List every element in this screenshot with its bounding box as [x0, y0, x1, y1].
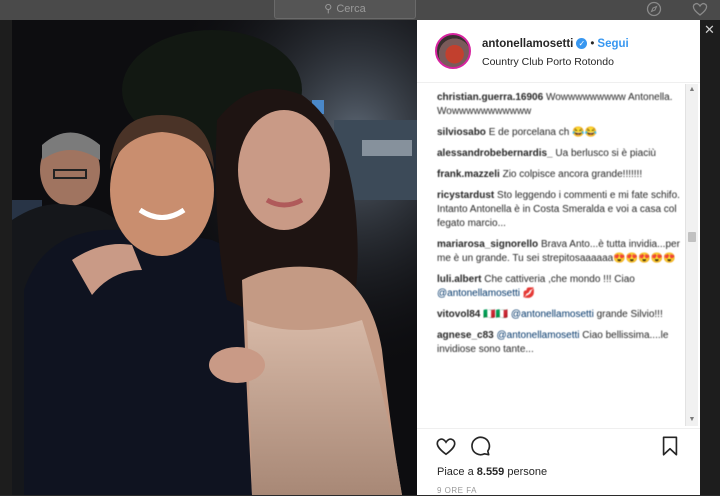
comment-item: frank.mazzeli Zio colpisce ancora grande…	[417, 168, 700, 182]
background-right	[700, 20, 720, 495]
comments-list[interactable]: christian.guerra.16906 Wowwwwwwwww Anton…	[417, 83, 700, 428]
comment-item: vitovol84 🇮🇹🇮🇹 @antonellamosetti grande …	[417, 308, 700, 322]
username-link[interactable]: antonellamosetti	[482, 38, 573, 50]
heart-outline-icon[interactable]	[435, 435, 457, 457]
comment-user[interactable]: ricystardust	[437, 190, 494, 201]
comment-user[interactable]: silviosabo	[437, 127, 486, 138]
search-box[interactable]: ⚲ Cerca	[274, 0, 416, 19]
user-row: antonellamosetti ✓ • Segui	[482, 38, 629, 50]
search-placeholder: Cerca	[336, 3, 366, 15]
comment-mention[interactable]: @antonellamosetti	[497, 330, 580, 341]
comment-user[interactable]: luli.albert	[437, 274, 481, 285]
comment-user[interactable]: christian.guerra.16906	[437, 92, 543, 103]
compass-icon[interactable]	[646, 1, 662, 17]
comment-item: mariarosa_signorello Brava Anto...è tutt…	[417, 238, 700, 266]
comment-item: agnese_c83 @antonellamosetti Ciao bellis…	[417, 329, 700, 357]
comment-item: ricystardust Sto leggendo i commenti e m…	[417, 189, 700, 231]
comment-icon[interactable]	[469, 435, 491, 457]
post-timestamp: 9 ORE FA	[437, 486, 478, 495]
post-side-panel: antonellamosetti ✓ • Segui Country Club Por…	[417, 20, 700, 495]
comment-text: E de porcelana ch 😂😂	[488, 127, 597, 138]
comment-user[interactable]: frank.mazzeli	[437, 169, 500, 180]
comment-tail: grande Silvio!!!	[596, 309, 663, 320]
bookmark-icon[interactable]	[659, 435, 681, 457]
scroll-up-arrow-icon[interactable]: ▲	[686, 84, 698, 96]
comment-user[interactable]: mariarosa_signorello	[437, 239, 538, 250]
likes-prefix: Piace a	[437, 466, 474, 478]
post-header: antonellamosetti ✓ • Segui Country Club Por…	[417, 20, 700, 83]
search-icon: ⚲	[324, 3, 333, 15]
comment-mention[interactable]: @antonellamosetti	[511, 309, 594, 320]
likes-count[interactable]: Piace a 8.559 persone	[437, 466, 547, 478]
post-photo[interactable]	[12, 20, 417, 495]
comment-item: alessandrobebernardis_ Ua berlusco si è …	[417, 147, 700, 161]
comment-text: 🇮🇹🇮🇹	[483, 309, 509, 320]
close-icon[interactable]: ✕	[704, 22, 715, 38]
separator-dot: •	[590, 38, 595, 50]
avatar[interactable]	[435, 33, 471, 69]
scroll-down-arrow-icon[interactable]: ▼	[686, 414, 698, 426]
comment-text: Che cattiveria ,che mondo !!! Ciao	[484, 274, 635, 285]
likes-number: 8.559	[476, 466, 505, 478]
comment-user[interactable]: agnese_c83	[437, 330, 494, 341]
comment-user[interactable]: vitovol84	[437, 309, 480, 320]
comments-scrollbar[interactable]: ▲ ▼	[685, 84, 698, 426]
comment-item: silviosabo E de porcelana ch 😂😂	[417, 126, 700, 140]
heart-icon[interactable]	[692, 1, 708, 17]
background-left	[0, 20, 12, 495]
scroll-thumb[interactable]	[688, 232, 696, 242]
verified-badge-icon: ✓	[576, 38, 588, 50]
comment-mention[interactable]: @antonellamosetti	[437, 288, 520, 299]
likes-suffix: persone	[507, 466, 548, 478]
post-actions: Piace a 8.559 persone 9 ORE FA	[417, 428, 700, 496]
comment-item: luli.albert Che cattiveria ,che mondo !!…	[417, 273, 700, 301]
follow-button[interactable]: Segui	[597, 38, 628, 50]
comment-user[interactable]: alessandrobebernardis_	[437, 148, 553, 159]
location-link[interactable]: Country Club Porto Rotondo	[482, 56, 614, 68]
comment-text: Ua berlusco si è piaciù	[555, 148, 656, 159]
photo-illustration	[12, 20, 417, 495]
comment-item: christian.guerra.16906 Wowwwwwwwww Anton…	[417, 91, 700, 119]
comment-emoji: 💋	[522, 288, 536, 299]
comment-text: Zio colpisce ancora grande!!!!!!!	[502, 169, 643, 180]
